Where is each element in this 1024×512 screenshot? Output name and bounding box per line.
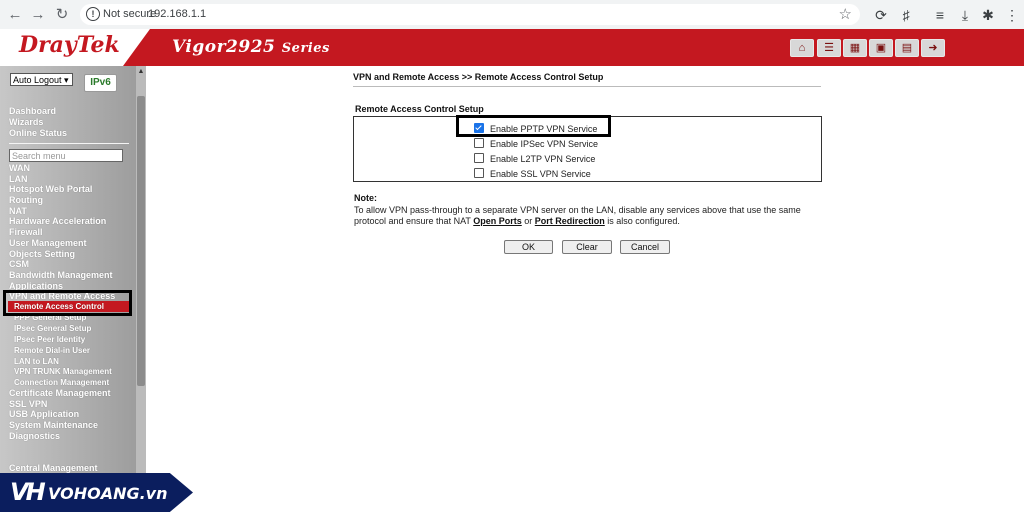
forward-arrow-icon[interactable]: → bbox=[28, 5, 48, 25]
page-title: VPN and Remote Access >> Remote Access C… bbox=[353, 72, 604, 82]
warning-icon: ! bbox=[86, 7, 100, 22]
ok-button[interactable]: OK bbox=[504, 240, 553, 254]
ssl-label: Enable SSL VPN Service bbox=[490, 168, 591, 179]
ipsec-label: Enable IPSec VPN Service bbox=[490, 138, 599, 149]
sidebar-item-csm[interactable]: CSM bbox=[9, 259, 29, 270]
security-chip[interactable]: ! Not secure bbox=[86, 7, 156, 22]
reading-list-icon[interactable]: ≡ bbox=[930, 5, 950, 25]
draytek-logo: DrayTek bbox=[19, 32, 120, 58]
sidebar-subitem-ipsec-general-setup[interactable]: IPsec General Setup bbox=[14, 324, 91, 334]
ssl-checkbox[interactable] bbox=[474, 167, 484, 178]
download-icon[interactable]: ⤓ bbox=[955, 5, 975, 25]
sidebar-item-diagnostics[interactable]: Diagnostics bbox=[9, 431, 60, 442]
note-title: Note: bbox=[354, 193, 377, 203]
back-arrow-icon[interactable]: ← bbox=[5, 5, 25, 25]
url-text[interactable]: 192.168.1.1 bbox=[148, 7, 206, 22]
sidebar-item-wan[interactable]: WAN bbox=[9, 163, 30, 174]
sidebar-item-routing[interactable]: Routing bbox=[9, 195, 43, 206]
sidebar-subitem-remote-dialin-user[interactable]: Remote Dial-in User bbox=[14, 346, 90, 356]
logout-icon[interactable]: ➜ bbox=[921, 39, 945, 57]
sidebar-item-hotspot[interactable]: Hotspot Web Portal bbox=[9, 184, 92, 195]
sidebar-item-certificate-management[interactable]: Certificate Management bbox=[9, 388, 111, 399]
sidebar-item-wizards[interactable]: Wizards bbox=[9, 117, 43, 128]
profile-icon[interactable]: ✱ bbox=[978, 5, 998, 25]
open-ports-link[interactable]: Open Ports bbox=[473, 216, 522, 226]
book-icon[interactable]: ▤ bbox=[895, 39, 919, 57]
annotation-highlight-pptp bbox=[456, 115, 611, 137]
sidebar-subitem-ipsec-peer-identity[interactable]: IPsec Peer Identity bbox=[14, 335, 85, 345]
menu-icon[interactable]: ☰ bbox=[817, 39, 841, 57]
browser-toolbar: ← → ↻ ! Not secure 192.168.1.1 ☆ ⟳ ♯ ≡ ⤓ … bbox=[0, 0, 1024, 30]
section-title: Remote Access Control Setup bbox=[355, 104, 484, 114]
watermark-logo: VH bbox=[10, 478, 46, 506]
sidebar-subitem-lan-to-lan[interactable]: LAN to LAN bbox=[14, 357, 59, 367]
address-bar[interactable]: ! Not secure 192.168.1.1 ☆ bbox=[80, 4, 860, 25]
sidebar-item-bandwidth-management[interactable]: Bandwidth Management bbox=[9, 270, 113, 281]
auto-logout-select[interactable]: Auto Logout ▾ bbox=[10, 73, 73, 86]
note-text: To allow VPN pass-through to a separate … bbox=[354, 205, 801, 226]
extensions-icon[interactable]: ♯ bbox=[896, 5, 916, 25]
sidebar-subitem-connection-management[interactable]: Connection Management bbox=[14, 378, 109, 388]
option-l2tp[interactable]: Enable L2TP VPN Service bbox=[474, 150, 596, 164]
sidebar-item-system-maintenance[interactable]: System Maintenance bbox=[9, 420, 98, 431]
cancel-button[interactable]: Cancel bbox=[620, 240, 670, 254]
reload-icon[interactable]: ↻ bbox=[52, 5, 72, 25]
clear-button[interactable]: Clear bbox=[562, 240, 612, 254]
scroll-thumb[interactable] bbox=[137, 96, 145, 386]
sidebar-item-central-management[interactable]: Central Management bbox=[9, 463, 98, 474]
bookmark-star-icon[interactable]: ☆ bbox=[839, 5, 852, 23]
settings-icon[interactable]: ▦ bbox=[843, 39, 867, 57]
sidebar-item-user-management[interactable]: User Management bbox=[9, 238, 87, 249]
sidebar-item-online-status[interactable]: Online Status bbox=[9, 128, 67, 139]
ipv6-badge: IPv6 bbox=[84, 74, 117, 92]
sidebar-item-firewall[interactable]: Firewall bbox=[9, 227, 43, 238]
sidebar-item-hardware-acceleration[interactable]: Hardware Acceleration bbox=[9, 216, 106, 227]
annotation-highlight-sidebar bbox=[3, 290, 132, 316]
l2tp-label: Enable L2TP VPN Service bbox=[490, 153, 596, 164]
ipsec-checkbox[interactable] bbox=[474, 137, 484, 148]
sidebar-item-usb-application[interactable]: USB Application bbox=[9, 409, 79, 420]
save-icon[interactable]: ▣ bbox=[869, 39, 893, 57]
title-divider bbox=[353, 86, 821, 87]
more-menu-icon[interactable]: ⋮ bbox=[1002, 5, 1022, 25]
sidebar-item-dashboard[interactable]: Dashboard bbox=[9, 106, 56, 117]
port-redirection-link[interactable]: Port Redirection bbox=[535, 216, 605, 226]
watermark-text: VOHOANG.vn bbox=[48, 484, 168, 503]
router-header: DrayTek Vigor2925 Series ⌂ ☰ ▦ ▣ ▤ ➜ bbox=[0, 29, 1024, 66]
sidebar-divider bbox=[9, 143, 129, 144]
sidebar-subitem-vpn-trunk[interactable]: VPN TRUNK Management bbox=[14, 367, 112, 377]
option-ssl[interactable]: Enable SSL VPN Service bbox=[474, 165, 591, 179]
home-icon[interactable]: ⌂ bbox=[790, 39, 814, 57]
sync-icon[interactable]: ⟳ bbox=[871, 5, 891, 25]
scroll-up-icon[interactable]: ▲ bbox=[137, 68, 145, 76]
model-name: Vigor2925 Series bbox=[172, 37, 330, 57]
l2tp-checkbox[interactable] bbox=[474, 152, 484, 163]
search-menu-input[interactable]: Search menu bbox=[9, 149, 123, 162]
